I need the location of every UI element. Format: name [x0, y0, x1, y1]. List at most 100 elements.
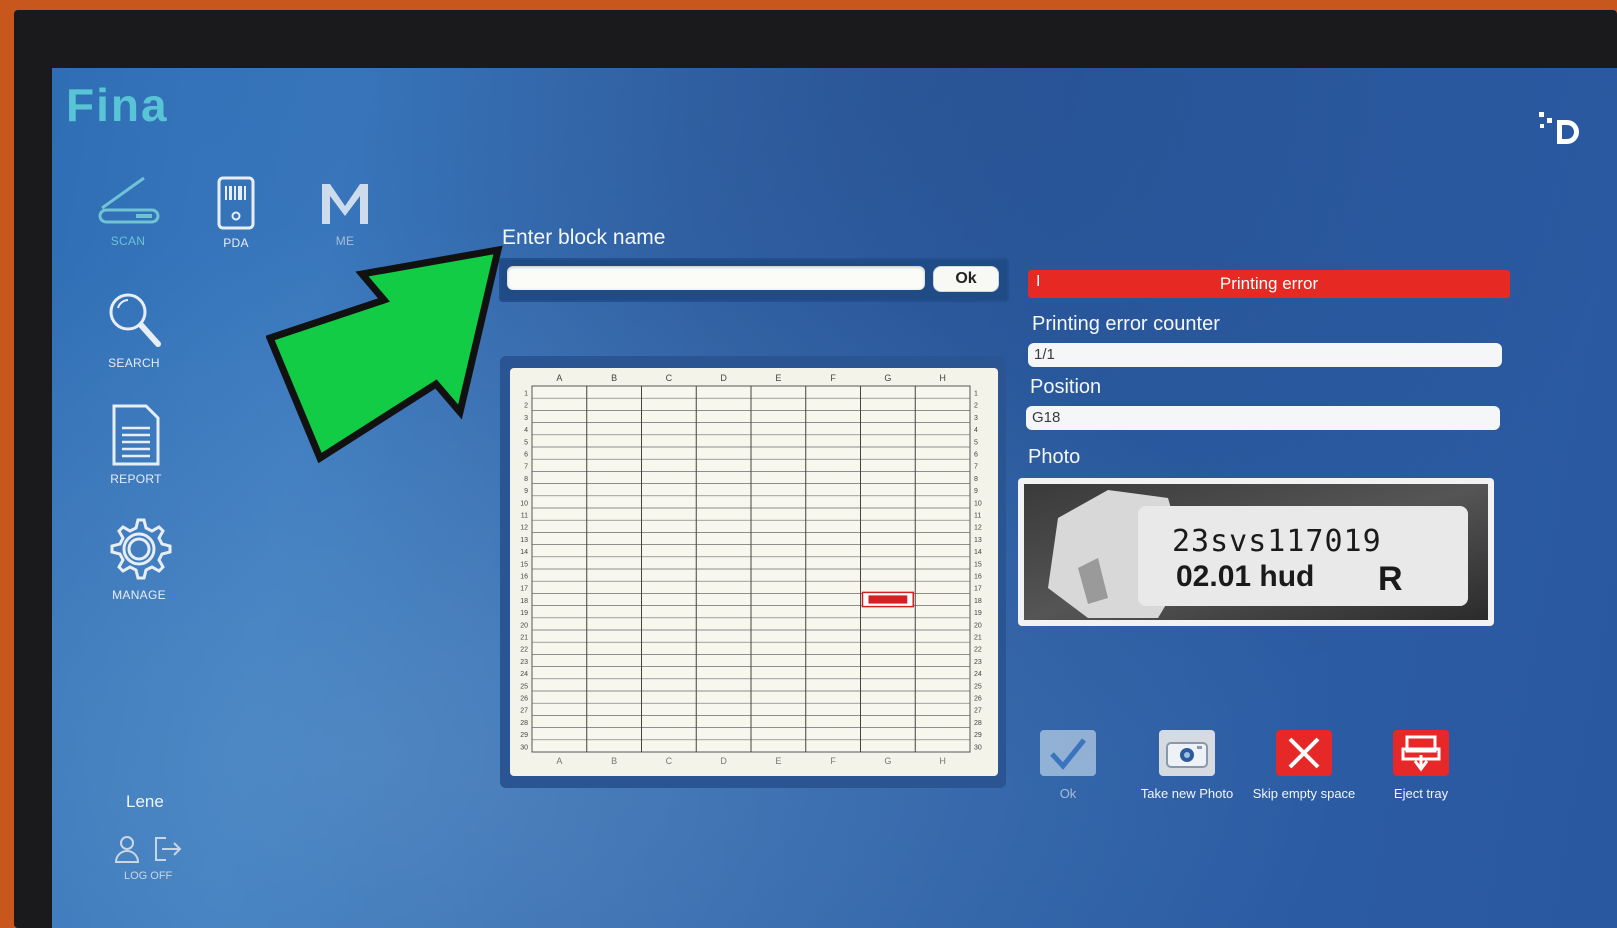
- logoff-icon[interactable]: [152, 834, 184, 864]
- grid-row-label-right: 6: [974, 452, 978, 459]
- grid-row-label: 13: [520, 537, 528, 544]
- grid-row-label-right: 9: [974, 488, 978, 495]
- grid-col-label-bottom: H: [939, 756, 946, 766]
- pda-icon: [217, 176, 255, 230]
- close-icon: [1288, 737, 1320, 769]
- grid-col-label: F: [830, 373, 836, 383]
- position-label: Position: [1030, 376, 1102, 398]
- grid-col-label-bottom: C: [666, 756, 673, 766]
- block-ok-button[interactable]: Ok: [933, 266, 999, 292]
- gear-icon: [110, 518, 172, 580]
- grid-row-label-right: 11: [974, 513, 981, 520]
- logoff-label: LOG OFF: [124, 870, 173, 882]
- nav-pda-label: PDA: [223, 236, 249, 250]
- scanner-icon: [98, 176, 160, 224]
- grid-row-label-right: 27: [974, 708, 982, 715]
- logoff-area[interactable]: LOG OFF: [114, 828, 194, 888]
- nav-search[interactable]: SEARCH: [104, 288, 164, 370]
- grid-row-label-right: 19: [974, 610, 982, 617]
- grid-row-label: 25: [520, 683, 528, 690]
- grid-row-label-right: 2: [974, 403, 978, 410]
- grid-row-label-right: 8: [974, 476, 978, 483]
- grid-row-label-right: 4: [974, 427, 978, 434]
- tray-grid-svg: AABBCCDDEEFFGGHH1 12 23 34 45 56 67 78 89 910 1011…: [520, 373, 982, 766]
- eject-tray-label: Eject tray: [1393, 786, 1449, 801]
- annotation-arrow-icon: [266, 245, 503, 464]
- grid-row-label-right: 20: [974, 622, 982, 629]
- grid-row-label: 30: [520, 744, 528, 751]
- grid-col-label-bottom: D: [720, 756, 727, 766]
- checkmark-icon: [1050, 738, 1086, 770]
- nav-menu[interactable]: ME: [320, 180, 370, 248]
- tray-grid-panel: A A B B C C D D E E F F G G H H 1 1 2 2 3 3 4 4 5 5 6 6 7 7 8 8 9 9 10 10 11…: [500, 356, 1006, 788]
- grid-row-label: 21: [520, 635, 528, 642]
- grid-col-label: D: [720, 373, 727, 383]
- tray-grid[interactable]: A A B B C C D D E E F F G G H H 1 1 2 2 3 3 4 4 5 5 6 6 7 7 8 8 9 9 10 10 11…: [510, 368, 998, 776]
- camera-icon: [1166, 742, 1208, 768]
- grid-row-label-right: 18: [974, 598, 982, 605]
- grid-col-label: C: [666, 373, 673, 383]
- block-name-input[interactable]: [507, 266, 925, 290]
- grid-row-label: 12: [520, 525, 528, 532]
- grid-row-label: 28: [520, 720, 528, 727]
- menu-m-icon: [322, 184, 368, 224]
- take-new-photo-button[interactable]: Take new Photo: [1132, 730, 1242, 801]
- report-icon: [112, 404, 160, 466]
- nav-report-label: REPORT: [110, 472, 162, 486]
- printing-error-banner: I Printing error: [1028, 270, 1510, 298]
- skip-empty-space-button[interactable]: Skip empty space: [1244, 730, 1364, 801]
- grid-col-label-bottom: G: [884, 756, 891, 766]
- marked-cell-fill: [868, 595, 908, 604]
- grid-row-label-right: 13: [974, 537, 982, 544]
- grid-row-label: 23: [520, 659, 528, 666]
- grid-row-label: 26: [520, 696, 528, 703]
- nav-report[interactable]: REPORT: [110, 404, 162, 486]
- grid-row-label-right: 25: [974, 683, 982, 690]
- nav-scan[interactable]: SCAN: [96, 172, 160, 248]
- grid-row-label: 11: [521, 513, 528, 520]
- error-counter-label: Printing error counter: [1032, 313, 1220, 335]
- photo-label: Photo: [1028, 446, 1081, 468]
- grid-row-label-right: 22: [974, 647, 982, 654]
- grid-row-label-right: 17: [974, 586, 982, 593]
- nav-manage[interactable]: MANAGE: [104, 516, 174, 602]
- grid-row-label: 14: [520, 549, 528, 556]
- position-field: G18: [1026, 406, 1500, 430]
- grid-row-label: 20: [520, 622, 528, 629]
- grid-row-label-right: 5: [974, 439, 978, 446]
- nav-scan-label: SCAN: [110, 234, 146, 248]
- block-name-bar: Ok: [499, 258, 1009, 302]
- grid-row-label-right: 26: [974, 696, 982, 703]
- grid-row-label: 27: [520, 708, 528, 715]
- grid-row-label-right: 15: [974, 561, 982, 568]
- text-cursor-icon: I: [1036, 273, 1041, 290]
- skip-empty-space-label: Skip empty space: [1252, 786, 1356, 801]
- label-photo: 23svs117019 02.01 hud R: [1018, 478, 1494, 626]
- app-screen: Fina SCAN PDA ME SEARCH REPORT MANAGE Le…: [52, 68, 1617, 928]
- photo-text-line2: 02.01 hud: [1176, 560, 1315, 593]
- side-nav: SCAN PDA ME SEARCH REPORT MANAGE: [52, 68, 412, 928]
- grid-row-label-right: 21: [974, 635, 982, 642]
- corner-logo-icon: [1539, 112, 1579, 144]
- ok-action-button[interactable]: Ok: [1028, 730, 1108, 801]
- photo-text-side: R: [1378, 560, 1403, 598]
- user-icon: [114, 836, 140, 863]
- ok-action-label: Ok: [1059, 786, 1077, 801]
- grid-col-label: E: [775, 373, 781, 383]
- grid-row-label: 15: [520, 561, 528, 568]
- printer-eject-icon: [1401, 735, 1441, 772]
- grid-row-label-right: 23: [974, 659, 982, 666]
- grid-row-label-right: 10: [974, 500, 982, 507]
- nav-pda[interactable]: PDA: [216, 176, 256, 250]
- photo-text-line1: 23svs117019: [1172, 524, 1382, 559]
- eject-tray-button[interactable]: Eject tray: [1376, 730, 1466, 801]
- grid-col-label-bottom: E: [775, 756, 781, 766]
- nav-search-label: SEARCH: [108, 356, 160, 370]
- grid-row-label-right: 7: [974, 464, 978, 471]
- printing-error-text: Printing error: [1219, 274, 1319, 293]
- grid-row-label: 19: [520, 610, 528, 617]
- grid-col-label: G: [884, 373, 891, 383]
- grid-row-label: 22: [520, 647, 528, 654]
- grid-row-label-right: 29: [974, 732, 982, 739]
- grid-row-label: 10: [520, 500, 528, 507]
